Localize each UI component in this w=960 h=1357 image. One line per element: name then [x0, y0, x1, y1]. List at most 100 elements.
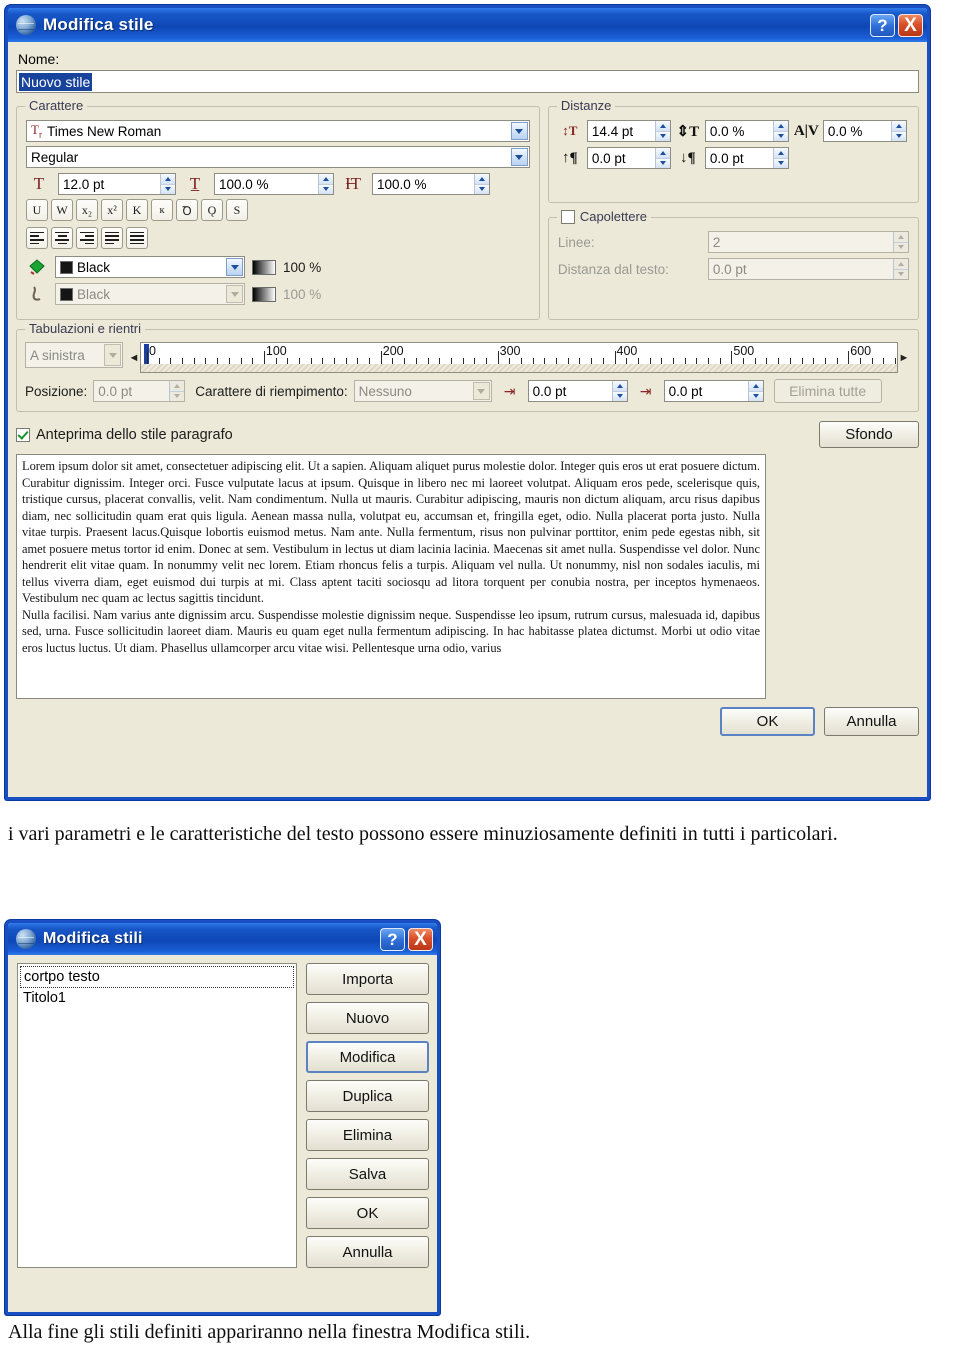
ok-button[interactable]: OK	[720, 707, 815, 736]
font-family-combo[interactable]: Tr Times New Roman	[26, 120, 530, 142]
ruler-minor-tick	[789, 358, 791, 364]
ruler-scroll-right-icon[interactable]: ►	[898, 342, 910, 373]
width-scale-spinner[interactable]: 100.0 %	[214, 173, 334, 195]
spinner-arrows[interactable]	[747, 381, 763, 401]
close-icon[interactable]: X	[408, 927, 433, 951]
first-line-indent-icon: ⇥	[503, 382, 516, 399]
font-size-spinner[interactable]: 12.0 pt	[58, 173, 176, 195]
modify-button[interactable]: Modifica	[306, 1041, 429, 1073]
fill-color-combo[interactable]: Black	[55, 256, 245, 278]
height-scale-spinner[interactable]: 100.0 %	[372, 173, 490, 195]
spinner-arrows[interactable]	[611, 381, 627, 401]
upper-columns: Carattere Tr Times New Roman Regular T 1…	[16, 97, 919, 320]
tab-ruler[interactable]: 0 100 200 300 400 500 600	[140, 342, 898, 373]
indent-left-spinner[interactable]: 0.0 pt	[663, 380, 764, 402]
align-left-button[interactable]	[26, 227, 48, 249]
subscript-button[interactable]: x₂	[76, 199, 98, 221]
preview-checkbox[interactable]	[16, 427, 30, 442]
help-icon[interactable]: ?	[870, 13, 895, 37]
window-title: Modifica stile	[43, 15, 154, 34]
ruler-minor-tick	[474, 358, 476, 364]
space-after-paragraph-icon: ↓¶	[680, 149, 696, 166]
help-icon[interactable]: ?	[380, 927, 405, 951]
ruler-minor-tick	[871, 358, 873, 364]
ruler-minor-tick	[579, 358, 581, 364]
kerning-spinner[interactable]: 0.0 %	[822, 120, 907, 142]
strikethrough-button[interactable]: S	[226, 199, 248, 221]
import-button[interactable]: Importa	[306, 963, 429, 995]
align-right-button[interactable]	[76, 227, 98, 249]
spinner-arrows[interactable]	[654, 121, 670, 141]
spinner-arrows	[893, 259, 908, 279]
small-capitals-glyph: ĸ	[159, 204, 165, 216]
preview-paragraph-1: Lorem ipsum dolor sit amet, consectetuer…	[22, 459, 760, 605]
ruler-tick-label: 100	[265, 344, 287, 358]
cancel-button[interactable]: Annulla	[824, 707, 919, 736]
indent-left-value: 0.0 pt	[668, 383, 703, 399]
leader-label: Carattere di riempimento:	[195, 383, 348, 399]
capitals-button[interactable]: K	[126, 199, 148, 221]
strikethrough-glyph: S	[233, 202, 241, 217]
shadow-button[interactable]: Ǫ	[201, 199, 223, 221]
ruler-scroll-left-icon[interactable]: ◄	[128, 342, 140, 373]
spinner-arrows[interactable]	[160, 174, 175, 194]
title-bar[interactable]: Modifica stile ? X	[8, 8, 927, 42]
fill-color-icon	[26, 258, 48, 276]
ruler-minor-tick	[567, 358, 569, 364]
close-icon[interactable]: X	[898, 13, 923, 37]
dropcaps-checkbox[interactable]	[560, 209, 575, 224]
line-spacing-spinner[interactable]: 14.4 pt	[586, 120, 671, 142]
ruler-minor-tick	[240, 358, 242, 364]
styles-button-column: Importa Nuovo Modifica Duplica Elimina S…	[306, 963, 429, 1268]
indent-first-spinner[interactable]: 0.0 pt	[527, 380, 628, 402]
spinner-arrows[interactable]	[772, 148, 788, 168]
chevron-down-icon[interactable]	[510, 148, 528, 166]
title-bar-buttons: ? X	[870, 13, 923, 37]
duplicate-button[interactable]: Duplica	[306, 1080, 429, 1112]
ruler-tick-label: 200	[382, 344, 404, 358]
ruler-minor-tick	[743, 358, 745, 364]
spacing-group-legend: Distanze	[556, 98, 616, 113]
spacing-row-1: ↕T 14.4 pt ⇕T 0.0 % A|V 0.0 %	[558, 120, 909, 142]
spinner-arrows	[893, 232, 908, 252]
list-item[interactable]: Titolo1	[20, 988, 294, 1008]
title-bar[interactable]: Modifica stili ? X	[8, 923, 437, 955]
ok-button[interactable]: OK	[306, 1197, 429, 1229]
spinner-arrows[interactable]	[772, 121, 788, 141]
styles-listbox[interactable]: cortpo testo Titolo1	[17, 963, 297, 1268]
help-glyph: ?	[877, 15, 888, 35]
background-button[interactable]: Sfondo	[819, 421, 919, 448]
vertical-scale-spinner[interactable]: 0.0 %	[704, 120, 789, 142]
caption-bottom: Alla fine gli stili definiti appariranno…	[8, 1321, 531, 1343]
align-force-justify-button[interactable]	[126, 227, 148, 249]
spinner-arrows[interactable]	[318, 174, 333, 194]
small-capitals-button[interactable]: ĸ	[151, 199, 173, 221]
ruler-minor-tick	[485, 358, 487, 364]
spinner-arrows[interactable]	[474, 174, 489, 194]
outline-button[interactable]: Ꝺ	[176, 199, 198, 221]
superscript-button[interactable]: x²	[101, 199, 123, 221]
double-underline-button[interactable]: W	[51, 199, 73, 221]
align-justify-button[interactable]	[101, 227, 123, 249]
list-item[interactable]: cortpo testo	[20, 966, 294, 988]
spinner-arrows[interactable]	[890, 121, 906, 141]
ruler-minor-tick	[813, 358, 815, 364]
name-input[interactable]: Nuovo stile	[16, 70, 919, 93]
capitals-glyph: K	[132, 202, 142, 217]
space-before-spinner[interactable]: 0.0 pt	[586, 147, 671, 169]
underline-button[interactable]: U	[26, 199, 48, 221]
cancel-button[interactable]: Annulla	[306, 1236, 429, 1268]
spinner-arrows[interactable]	[654, 148, 670, 168]
font-style-combo[interactable]: Regular	[26, 146, 530, 168]
delete-button[interactable]: Elimina	[306, 1119, 429, 1151]
new-button[interactable]: Nuovo	[306, 1002, 429, 1034]
space-after-spinner[interactable]: 0.0 pt	[704, 147, 789, 169]
new-button-label: Nuovo	[345, 1009, 390, 1027]
chevron-down-icon[interactable]	[510, 122, 528, 140]
chevron-down-icon[interactable]	[226, 258, 243, 276]
spacing-group: Distanze ↕T 14.4 pt ⇕T 0.0 % A|V 0.0 % ↑…	[547, 98, 919, 203]
ruler-row: A sinistra ◄ 0 100 200 300 400 500 600 ►	[25, 342, 910, 373]
preview-checkbox-label: Anteprima dello stile paragrafo	[36, 426, 233, 443]
align-center-button[interactable]	[51, 227, 73, 249]
save-button[interactable]: Salva	[306, 1158, 429, 1190]
